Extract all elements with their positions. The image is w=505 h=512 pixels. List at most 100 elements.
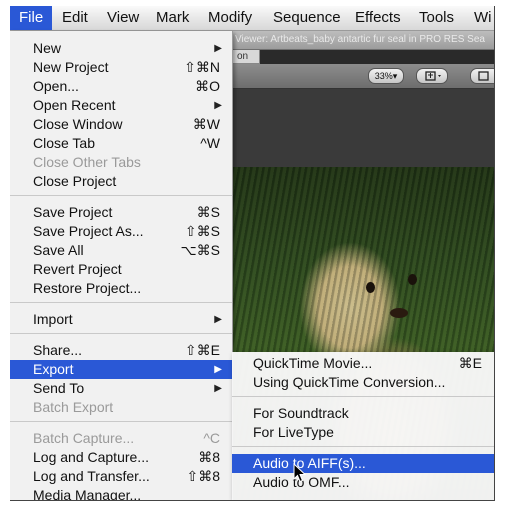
menu-item-batch-capture: Batch Capture... ^C — [10, 429, 232, 448]
menu-item-restore-project[interactable]: Restore Project... — [10, 279, 232, 298]
submenu-item-for-livetype[interactable]: For LiveType — [232, 423, 494, 442]
zoom-popup[interactable]: 33%▾ — [368, 68, 404, 84]
menu-item-log-and-capture[interactable]: Log and Capture... ⌘8 — [10, 448, 232, 467]
menu-item-label: Share... — [33, 342, 83, 358]
seal-nose-icon — [390, 308, 408, 318]
viewer-title: Viewer: Artbeats_baby antartic fur seal … — [235, 34, 485, 45]
menu-item-export[interactable]: Export ▶ — [10, 360, 232, 379]
menu-item-close-project[interactable]: Close Project — [10, 172, 232, 191]
menu-item-close-tab[interactable]: Close Tab ^W — [10, 134, 232, 153]
menu-item-new[interactable]: New ▶ — [10, 39, 232, 58]
menu-item-label: Export — [33, 361, 74, 377]
menu-item-shortcut: ⌥⌘S — [180, 242, 220, 258]
chevron-down-icon: ▾ — [392, 71, 398, 81]
menu-separator — [10, 421, 232, 422]
menu-item-media-manager[interactable]: Media Manager... — [10, 486, 232, 501]
file-menu-dropdown: New ▶ New Project ⇧⌘N Open... ⌘O Open Re… — [10, 31, 233, 500]
menu-item-label: Revert Project — [33, 261, 122, 277]
screenshot-frame: Viewer: Artbeats_baby antartic fur seal … — [10, 6, 495, 501]
view-popup[interactable] — [416, 68, 448, 84]
menu-item-label: Batch Export — [33, 399, 114, 415]
menu-edit[interactable]: Edit — [53, 6, 97, 30]
submenu-item-label: Using QuickTime Conversion... — [253, 374, 446, 390]
menu-item-shortcut: ⇧⌘N — [184, 59, 220, 75]
menu-item-label: Save Project As... — [33, 223, 144, 239]
menu-item-batch-export: Batch Export — [10, 398, 232, 417]
menu-item-close-other-tabs: Close Other Tabs — [10, 153, 232, 172]
overlay-icon — [478, 71, 489, 81]
menu-item-label: Close Other Tabs — [33, 154, 141, 170]
menu-item-label: Send To — [33, 380, 85, 396]
submenu-item-label: Audio to AIFF(s)... — [253, 455, 366, 471]
menu-item-label: Close Project — [33, 173, 117, 189]
menu-tools[interactable]: Tools — [410, 6, 463, 30]
viewer-tab[interactable]: on — [232, 50, 260, 64]
menu-item-label: New Project — [33, 59, 109, 75]
submenu-item-for-soundtrack[interactable]: For Soundtrack — [232, 404, 494, 423]
submenu-item-quicktime-movie[interactable]: QuickTime Movie... ⌘E — [232, 354, 494, 373]
menu-item-shortcut: ⇧⌘8 — [186, 468, 220, 484]
menu-item-label: Open Recent — [33, 97, 116, 113]
menu-item-label: Open... — [33, 78, 79, 94]
menu-item-open[interactable]: Open... ⌘O — [10, 77, 232, 96]
submenu-arrow-icon: ▶ — [214, 100, 222, 111]
menu-item-open-recent[interactable]: Open Recent ▶ — [10, 96, 232, 115]
menu-item-label: Save Project — [33, 204, 113, 220]
menu-effects[interactable]: Effects — [346, 6, 410, 30]
menu-item-save-project[interactable]: Save Project ⌘S — [10, 203, 232, 222]
menu-item-label: Restore Project... — [33, 280, 142, 296]
menu-separator — [232, 446, 494, 447]
menu-item-label: Import — [33, 311, 73, 327]
submenu-item-label: QuickTime Movie... — [253, 355, 373, 371]
zoom-value: 33% — [374, 71, 393, 81]
menu-item-label: Batch Capture... — [33, 430, 135, 446]
submenu-arrow-icon: ▶ — [214, 383, 222, 394]
menu-item-shortcut: ^C — [203, 430, 220, 446]
submenu-item-audio-to-aiff[interactable]: Audio to AIFF(s)... — [232, 454, 494, 473]
menu-window[interactable]: Wi — [465, 6, 494, 30]
menu-item-label: Save All — [33, 242, 84, 258]
submenu-item-label: For Soundtrack — [253, 405, 349, 421]
menu-item-shortcut: ⌘S — [196, 204, 220, 220]
submenu-item-shortcut: ⌘E — [458, 355, 482, 371]
menu-modify[interactable]: Modify — [199, 6, 261, 30]
menu-item-label: Media Manager... — [33, 487, 142, 501]
menu-separator — [10, 302, 232, 303]
menu-item-revert-project[interactable]: Revert Project — [10, 260, 232, 279]
menu-item-close-window[interactable]: Close Window ⌘W — [10, 115, 232, 134]
menu-item-new-project[interactable]: New Project ⇧⌘N — [10, 58, 232, 77]
submenu-arrow-icon: ▶ — [214, 314, 222, 325]
menu-item-save-all[interactable]: Save All ⌥⌘S — [10, 241, 232, 260]
menu-separator — [10, 195, 232, 196]
seal-eye-icon — [408, 274, 417, 285]
submenu-item-quicktime-conversion[interactable]: Using QuickTime Conversion... — [232, 373, 494, 392]
menu-item-label: Close Window — [33, 116, 123, 132]
menu-item-import[interactable]: Import ▶ — [10, 310, 232, 329]
menu-separator — [232, 396, 494, 397]
menu-mark[interactable]: Mark — [147, 6, 198, 30]
menu-item-share[interactable]: Share... ⇧⌘E — [10, 341, 232, 360]
menu-item-shortcut: ⇧⌘E — [184, 342, 220, 358]
menu-sequence[interactable]: Sequence — [264, 6, 350, 30]
menu-item-shortcut: ⌘O — [195, 78, 220, 94]
menu-separator — [10, 333, 232, 334]
menu-item-label: Log and Transfer... — [33, 468, 150, 484]
menu-item-shortcut: ^W — [200, 135, 220, 151]
submenu-item-label: For LiveType — [253, 424, 334, 440]
overlay-popup[interactable] — [470, 68, 494, 84]
menu-item-log-and-transfer[interactable]: Log and Transfer... ⇧⌘8 — [10, 467, 232, 486]
menu-item-send-to[interactable]: Send To ▶ — [10, 379, 232, 398]
mouse-cursor-icon — [293, 463, 307, 483]
menu-item-shortcut: ⌘W — [192, 116, 220, 132]
view-mode-icon — [425, 71, 441, 81]
submenu-arrow-icon: ▶ — [214, 43, 222, 54]
menu-item-label: Close Tab — [33, 135, 96, 151]
menu-item-shortcut: ⌘8 — [198, 449, 220, 465]
menu-view[interactable]: View — [98, 6, 148, 30]
submenu-item-audio-to-omf[interactable]: Audio to OMF... — [232, 473, 494, 492]
menu-item-save-project-as[interactable]: Save Project As... ⇧⌘S — [10, 222, 232, 241]
viewer-toolbar — [232, 64, 494, 89]
menu-item-shortcut: ⇧⌘S — [184, 223, 220, 239]
export-submenu: QuickTime Movie... ⌘E Using QuickTime Co… — [232, 352, 494, 500]
menu-file[interactable]: File — [10, 6, 53, 30]
